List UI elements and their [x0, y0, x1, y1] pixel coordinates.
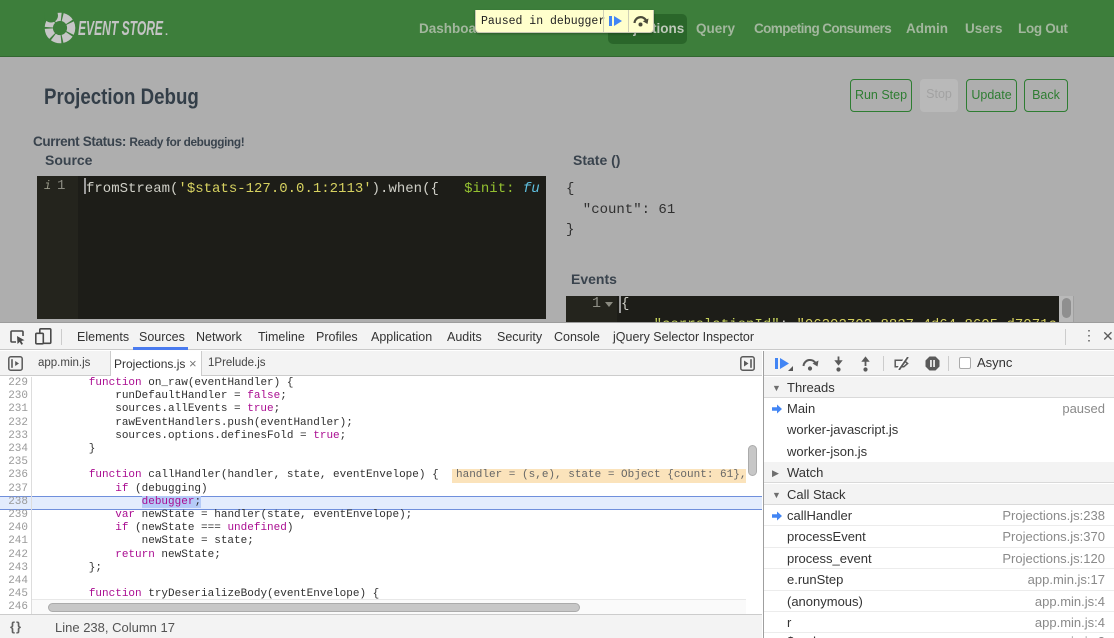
svg-text:.: .: [165, 26, 168, 38]
svg-text:EVENT STORE: EVENT STORE: [78, 18, 163, 40]
